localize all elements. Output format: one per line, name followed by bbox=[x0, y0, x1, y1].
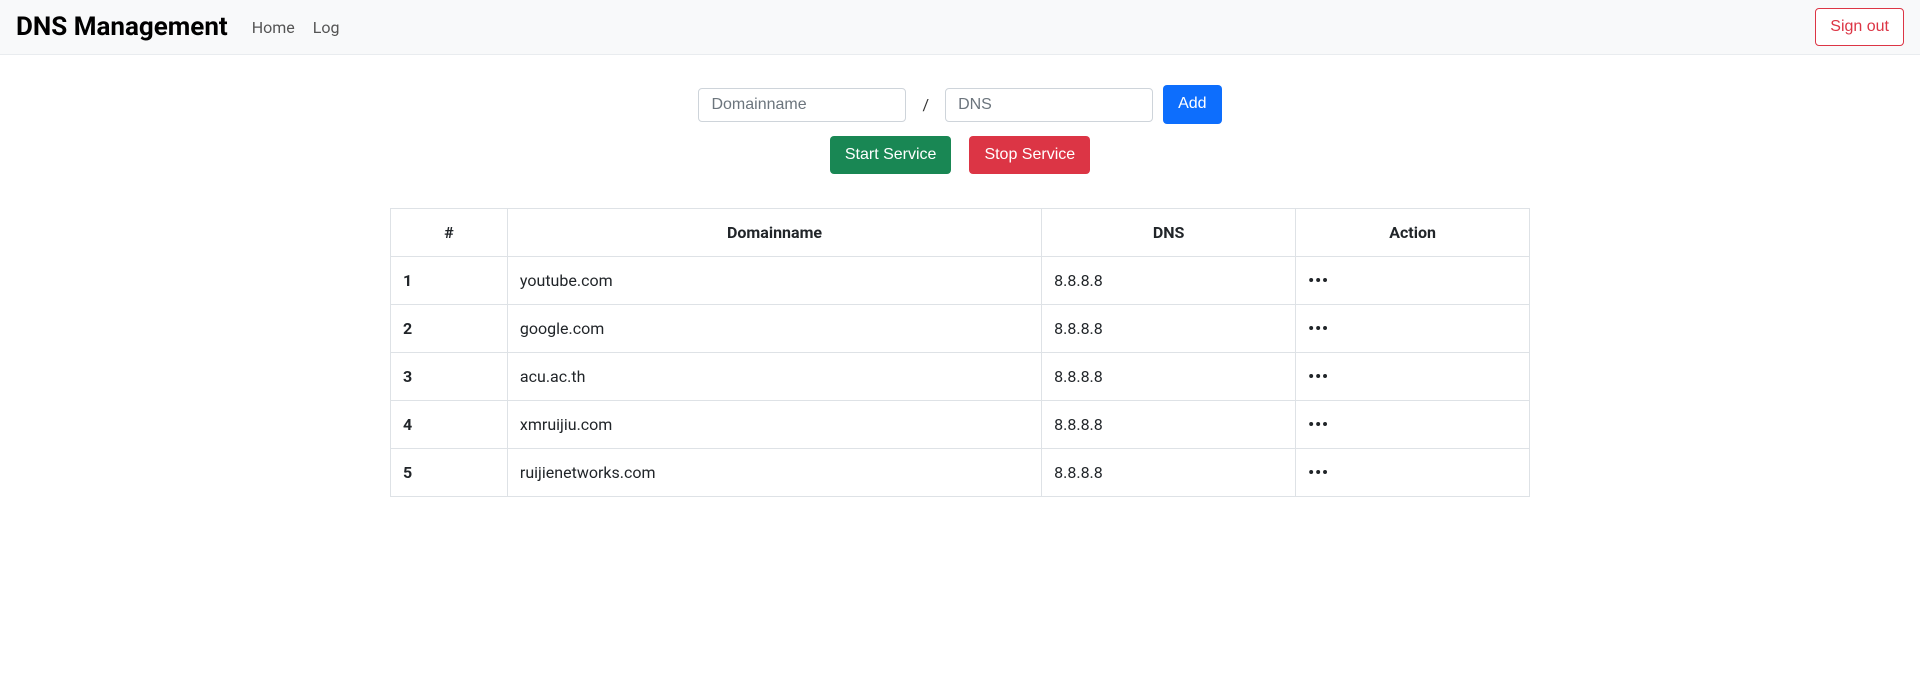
add-form: / Add bbox=[390, 85, 1530, 123]
main-content: / Add Start Service Stop Service # Domai… bbox=[390, 85, 1530, 497]
cell-index: 5 bbox=[391, 449, 508, 497]
cell-domain: google.com bbox=[507, 305, 1041, 353]
more-icon[interactable]: ••• bbox=[1308, 319, 1329, 338]
cell-dns: 8.8.8.8 bbox=[1042, 353, 1296, 401]
table-row: 2google.com8.8.8.8 ••• bbox=[391, 305, 1530, 353]
header-dns: DNS bbox=[1042, 209, 1296, 257]
service-controls: Start Service Stop Service bbox=[390, 136, 1530, 174]
cell-action: ••• bbox=[1296, 401, 1530, 449]
more-icon[interactable]: ••• bbox=[1308, 415, 1329, 434]
header-action: Action bbox=[1296, 209, 1530, 257]
cell-action: ••• bbox=[1296, 257, 1530, 305]
table-header-row: # Domainname DNS Action bbox=[391, 209, 1530, 257]
header-index: # bbox=[391, 209, 508, 257]
cell-domain: xmruijiu.com bbox=[507, 401, 1041, 449]
signout-button[interactable]: Sign out bbox=[1815, 8, 1904, 46]
navbar-left: DNS Management Home Log bbox=[16, 12, 358, 42]
more-icon[interactable]: ••• bbox=[1308, 463, 1329, 482]
cell-domain: ruijienetworks.com bbox=[507, 449, 1041, 497]
cell-index: 2 bbox=[391, 305, 508, 353]
cell-action: ••• bbox=[1296, 353, 1530, 401]
header-domain: Domainname bbox=[507, 209, 1041, 257]
dns-table: # Domainname DNS Action 1youtube.com8.8.… bbox=[390, 208, 1530, 497]
table-row: 5ruijienetworks.com8.8.8.8 ••• bbox=[391, 449, 1530, 497]
cell-dns: 8.8.8.8 bbox=[1042, 305, 1296, 353]
nav-home[interactable]: Home bbox=[252, 18, 295, 37]
cell-index: 1 bbox=[391, 257, 508, 305]
cell-index: 3 bbox=[391, 353, 508, 401]
slash-separator: / bbox=[916, 95, 935, 114]
more-icon[interactable]: ••• bbox=[1308, 271, 1329, 290]
navbar: DNS Management Home Log Sign out bbox=[0, 0, 1920, 55]
cell-dns: 8.8.8.8 bbox=[1042, 449, 1296, 497]
cell-action: ••• bbox=[1296, 449, 1530, 497]
table-row: 4xmruijiu.com8.8.8.8 ••• bbox=[391, 401, 1530, 449]
table-row: 1youtube.com8.8.8.8 ••• bbox=[391, 257, 1530, 305]
nav-log[interactable]: Log bbox=[313, 18, 340, 37]
start-service-button[interactable]: Start Service bbox=[830, 136, 952, 174]
cell-domain: acu.ac.th bbox=[507, 353, 1041, 401]
cell-index: 4 bbox=[391, 401, 508, 449]
table-row: 3acu.ac.th8.8.8.8 ••• bbox=[391, 353, 1530, 401]
more-icon[interactable]: ••• bbox=[1308, 367, 1329, 386]
dns-input[interactable] bbox=[945, 88, 1153, 122]
brand-title: DNS Management bbox=[16, 12, 228, 42]
cell-dns: 8.8.8.8 bbox=[1042, 401, 1296, 449]
stop-service-button[interactable]: Stop Service bbox=[969, 136, 1090, 174]
cell-action: ••• bbox=[1296, 305, 1530, 353]
domainname-input[interactable] bbox=[698, 88, 906, 122]
cell-dns: 8.8.8.8 bbox=[1042, 257, 1296, 305]
add-button[interactable]: Add bbox=[1163, 85, 1221, 123]
cell-domain: youtube.com bbox=[507, 257, 1041, 305]
